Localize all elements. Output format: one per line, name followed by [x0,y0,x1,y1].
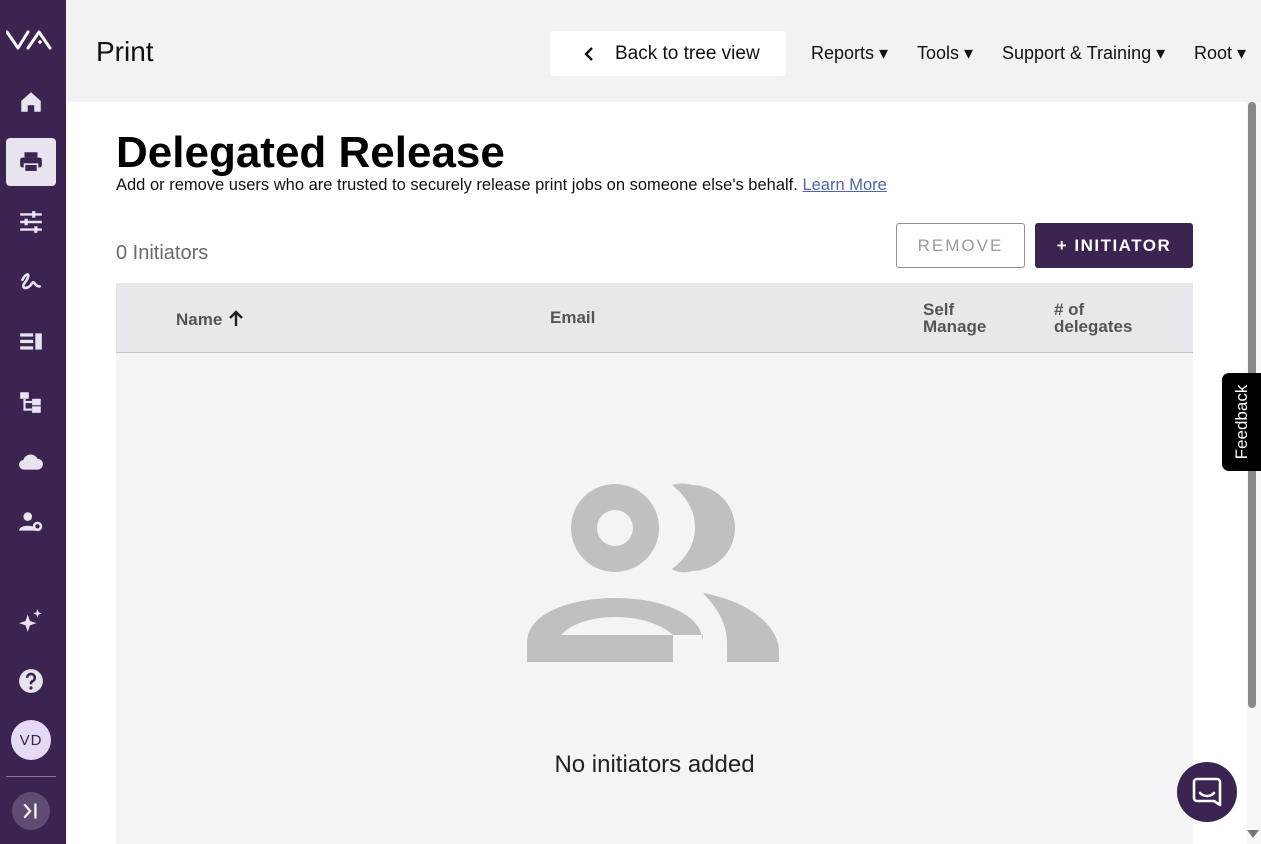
column-header-delegates[interactable]: # of delegates [1054,301,1154,335]
sliders-icon [20,211,42,233]
empty-state-text: No initiators added [554,751,755,778]
chat-icon [1192,777,1222,807]
va-logo[interactable] [5,28,56,52]
nav-support-training[interactable]: Support & Training ▾ [1002,43,1165,64]
column-header-email[interactable]: Email [550,309,595,326]
column-header-name[interactable]: Name [176,309,246,329]
scrollbar[interactable] [1246,102,1261,844]
table-header: Name Email Self Manage # of delegates [116,283,1193,353]
initiators-count: 0 Initiators [116,242,209,264]
sidebar-item-home[interactable] [6,78,56,126]
section-description: Add or remove users who are trusted to s… [116,176,887,195]
scroll-down-arrow-icon[interactable] [1247,830,1259,838]
section-heading: Delegated Release [116,128,505,177]
expand-sidebar-icon [23,803,37,819]
page-title: Print [96,36,154,67]
sidebar-item-list[interactable] [6,318,56,366]
add-initiator-button[interactable]: + INITIATOR [1035,223,1193,268]
sidebar-divider [6,776,56,777]
nav-root[interactable]: Root ▾ [1194,43,1246,64]
sidebar: VD [0,0,66,844]
column-name-label: Name [176,309,223,329]
sidebar-item-tree[interactable] [6,378,56,426]
expand-sidebar-button[interactable] [12,792,50,830]
sidebar-item-user-settings[interactable] [6,498,56,546]
chevron-left-icon [584,46,593,61]
back-to-tree-view-label: Back to tree view [615,42,760,64]
description-text: Add or remove users who are trusted to s… [116,176,798,194]
feedback-label: Feedback [1231,384,1251,460]
table-body: No initiators added [116,353,1193,844]
signature-icon [21,273,41,290]
nav-reports[interactable]: Reports ▾ [811,43,888,64]
sort-ascending-icon [229,310,244,326]
avatar[interactable]: VD [11,720,51,760]
back-to-tree-view-button[interactable]: Back to tree view [550,31,786,76]
sidebar-item-ai[interactable] [6,597,56,645]
home-icon [21,92,41,112]
user-settings-icon [19,512,43,532]
remove-button[interactable]: REMOVE [896,223,1025,268]
help-icon [19,669,43,693]
column-header-self-manage[interactable]: Self Manage [923,301,1003,335]
users-empty-icon [527,483,779,662]
sidebar-item-help[interactable] [6,657,56,705]
sidebar-item-print[interactable] [6,138,56,186]
sidebar-item-signature[interactable] [6,258,56,306]
chat-button[interactable] [1177,762,1237,822]
list-icon [20,333,42,350]
learn-more-link[interactable]: Learn More [802,176,886,194]
printer-icon [20,152,42,173]
sparkles-icon [19,609,42,632]
tree-icon [20,392,41,413]
cloud-icon [19,454,43,470]
nav-tools[interactable]: Tools ▾ [917,43,973,64]
sidebar-item-settings[interactable] [6,198,56,246]
main-content: Delegated Release Add or remove users wh… [66,102,1246,844]
sidebar-item-cloud[interactable] [6,438,56,486]
feedback-tab[interactable]: Feedback [1222,373,1261,471]
top-header: Print Back to tree view Reports ▾ Tools … [66,0,1261,102]
